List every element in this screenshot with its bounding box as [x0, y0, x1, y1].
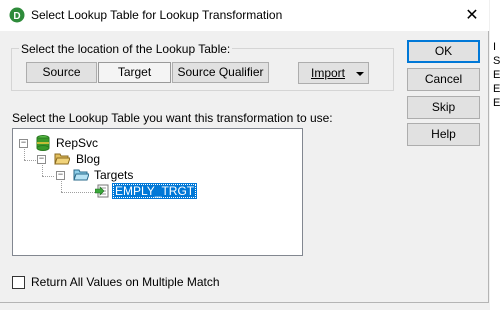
targets-folder-icon: [73, 169, 89, 181]
app-icon: D: [9, 7, 25, 23]
help-label: Help: [431, 127, 456, 141]
return-all-values-checkbox[interactable]: [12, 276, 25, 289]
tab-target-label: Target: [117, 65, 152, 79]
return-all-values-label: Return All Values on Multiple Match: [31, 275, 220, 289]
background-text: E: [493, 69, 500, 81]
background-text: E: [493, 83, 500, 95]
tree-node-label: RepSvc: [56, 136, 99, 150]
tree-line: [24, 146, 25, 160]
background-window-strip: I S E E E: [490, 0, 500, 310]
table-prompt: Select the Lookup Table you want this tr…: [12, 111, 333, 125]
ok-button[interactable]: OK: [407, 40, 480, 63]
lookup-dialog: D Select Lookup Table for Lookup Transfo…: [0, 0, 489, 303]
background-text: I: [493, 41, 497, 53]
tab-target[interactable]: Target: [98, 62, 171, 83]
title-bar: D Select Lookup Table for Lookup Transfo…: [0, 0, 489, 31]
background-text: E: [493, 97, 500, 109]
tree-node-label: Targets: [94, 168, 134, 182]
close-button[interactable]: ✕: [457, 1, 487, 30]
dropdown-arrow-icon: [356, 72, 364, 76]
window-title: Select Lookup Table for Lookup Transform…: [31, 8, 283, 22]
tree-line: [61, 192, 95, 193]
target-table-icon: [95, 184, 109, 198]
skip-button[interactable]: Skip: [407, 96, 480, 119]
folder-icon: [54, 153, 70, 165]
import-button[interactable]: Import: [298, 62, 369, 84]
tab-source[interactable]: Source: [26, 62, 97, 83]
tree-line: [42, 163, 43, 176]
tab-source-label: Source: [42, 65, 81, 79]
repository-icon: [36, 135, 50, 151]
tab-source-qualifier[interactable]: Source Qualifier: [172, 62, 269, 83]
tree-node-label: Blog: [76, 152, 101, 166]
cancel-button[interactable]: Cancel: [407, 68, 480, 91]
skip-label: Skip: [431, 100, 456, 114]
tree-line: [24, 160, 36, 161]
svg-text:D: D: [13, 11, 20, 22]
tree-line: [61, 179, 62, 192]
collapse-icon[interactable]: −: [19, 138, 28, 148]
lookup-table-tree[interactable]: − RepSvc − Blog − Targets EMPLY_TRGT: [12, 128, 303, 256]
ok-label: OK: [434, 44, 453, 58]
cancel-label: Cancel: [424, 72, 463, 86]
tree-line: [42, 176, 54, 177]
collapse-icon[interactable]: −: [56, 170, 65, 180]
help-button[interactable]: Help: [407, 123, 480, 146]
background-text: S: [493, 55, 500, 67]
import-label: Import: [311, 66, 346, 80]
location-group-legend: Select the location of the Lookup Table:: [19, 42, 233, 56]
selected-table-label: EMPLY_TRGT: [112, 183, 198, 199]
collapse-icon[interactable]: −: [37, 154, 46, 164]
tab-source-qualifier-label: Source Qualifier: [177, 65, 264, 79]
close-icon: ✕: [465, 7, 479, 24]
